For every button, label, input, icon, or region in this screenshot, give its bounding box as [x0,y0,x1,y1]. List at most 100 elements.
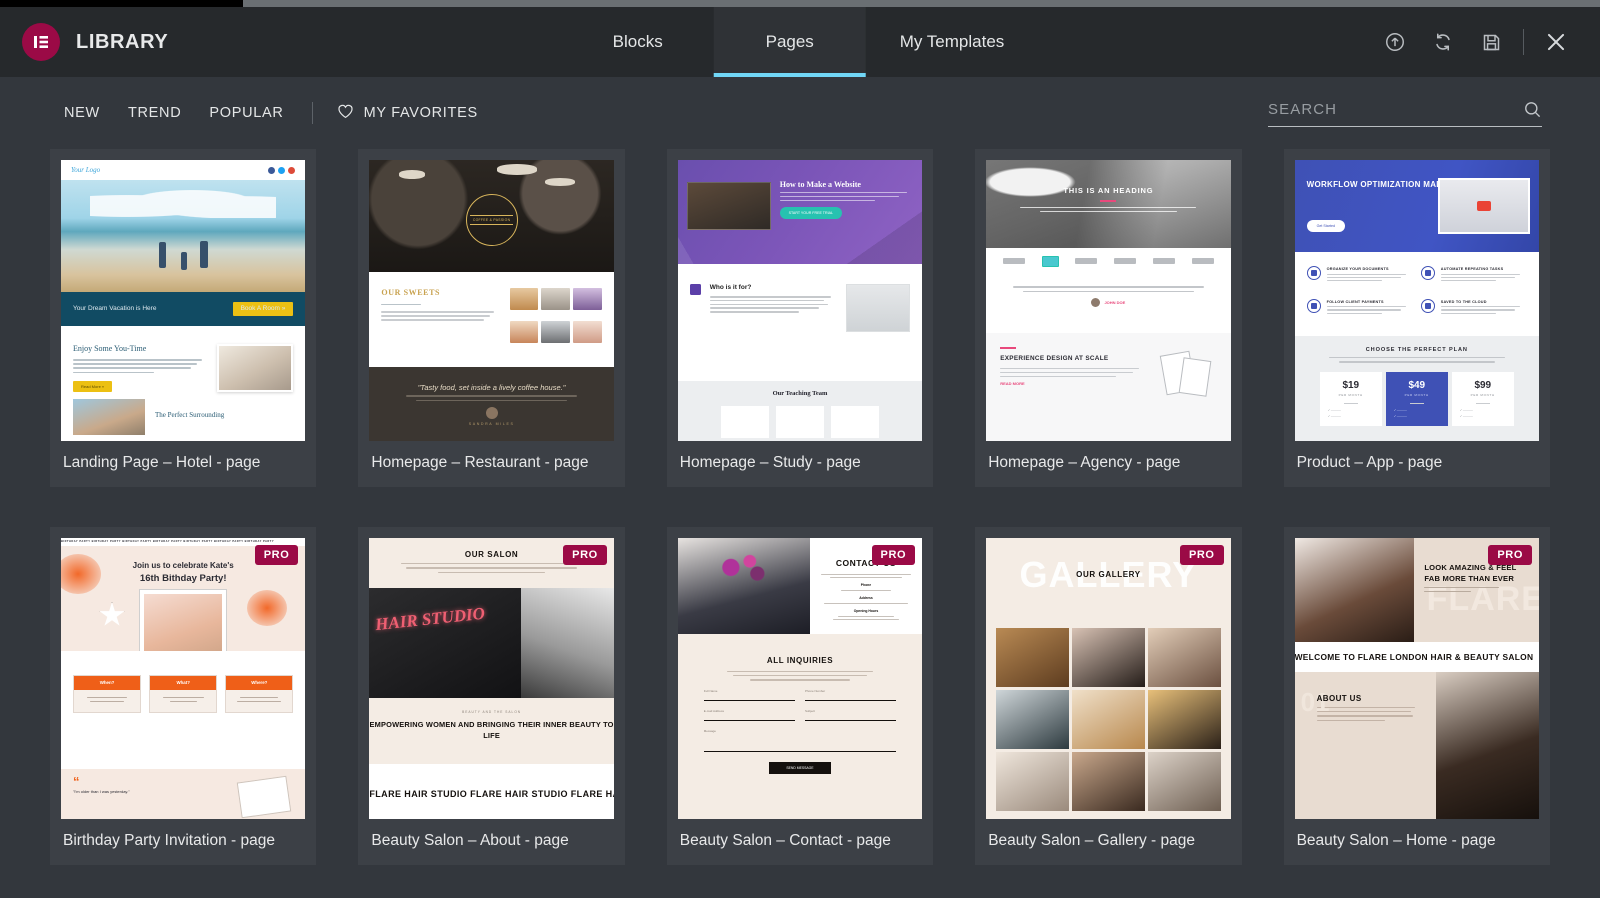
template-card-hotel[interactable]: Your Logo Your Dream Vacation is Here Bo… [50,149,317,487]
header-actions [1371,18,1600,66]
search-box [1268,100,1542,127]
salon-about-marquee: FLARE HAIR STUDIO FLARE HAIR STUDIO FLAR… [369,789,614,800]
app-hero-cta: Get Started [1306,220,1345,233]
about-section-heading: ABOUT US [1316,694,1362,703]
pro-badge: PRO [1488,545,1532,565]
pricing-card: $99 PER MONTH ✓ ───── ✓ ───── [1451,371,1514,427]
library-toolbar: NEW TREND POPULAR MY FAVORITES [0,77,1600,149]
template-card-restaurant[interactable]: COFFEE & PASSION OUR SWEETS "Tasty food,… [358,149,625,487]
template-thumbnail: WORKFLOW OPTIMIZATION MADE EASY Get Star… [1294,160,1539,441]
contact-label: Address [859,596,873,601]
plan-period: PER MONTH [1338,393,1363,398]
study-team-heading: Our Teaching Team [772,390,828,397]
study-team-cards [678,406,922,439]
form-field-label: Subject [805,709,897,721]
plan-price: $99 [1474,379,1492,391]
salon-home-about-photo [1436,672,1539,819]
salon-home-heading: LOOK AMAZING & FEEL FAB MORE THAN EVER [1424,563,1517,583]
info-card-title: When? [74,676,141,690]
sync-library-icon[interactable] [1419,18,1467,66]
template-thumbnail: PRO CONTACT US Phone Address Opening Hou… [677,538,923,819]
gallery-heading: OUR GALLERY [1076,570,1141,579]
hotel-room-image [217,344,294,392]
thumb-salon-contact: CONTACT US Phone Address Opening Hours A… [677,538,923,819]
gallery-photo-grid [986,620,1231,819]
hotel-bottom-caption: The Perfect Surrounding [155,411,225,419]
filter-my-favorites[interactable]: MY FAVORITES [327,97,488,129]
form-field-label: E-mail Address [703,709,795,721]
restaurant-hero-image: COFFEE & PASSION [369,160,614,272]
birthday-note-illustration [237,775,292,819]
hotel-section-heading: Enjoy Some You-Time [73,344,147,353]
pro-badge: PRO [254,545,299,565]
pricing-card: $49 PER MONTH ✓ ───── ✓ ───── [1385,371,1448,427]
template-title: Landing Page – Hotel - page [63,454,261,471]
agency-hero-heading: THIS IS AN HEADING [1063,186,1154,195]
header-divider [1523,29,1524,55]
salon-home-marquee: WELCOME TO FLARE LONDON HAIR & BEAUTY SA… [1294,651,1534,662]
tab-my-templates[interactable]: My Templates [866,7,1039,77]
filter-popular[interactable]: POPULAR [195,99,297,127]
template-title: Product – App - page [1296,454,1443,471]
app-feature-label: ORGANIZE YOUR DOCUMENTS [1326,267,1389,271]
template-card-salon-gallery[interactable]: PRO GALLERY OUR GALLERY Beauty Salon – G… [975,527,1242,865]
search-icon[interactable] [1523,100,1542,119]
templates-scroll-area[interactable]: Your Logo Your Dream Vacation is Here Bo… [0,149,1600,898]
pro-badge: PRO [563,545,607,565]
thumb-agency: THIS IS AN HEADING JOHN DOE EXPERIENCE D… [986,160,1231,441]
salon-home-photo [1294,538,1415,642]
library-tabs: Blocks Pages My Templates [562,7,1039,77]
restaurant-avatar [485,407,498,420]
restaurant-author: SANDRA MILES [468,422,515,427]
plan-price: $19 [1342,379,1360,391]
thumb-hotel: Your Logo Your Dream Vacation is Here Bo… [61,160,306,441]
template-card-salon-contact[interactable]: PRO CONTACT US Phone Address Opening Hou… [666,527,934,865]
hotel-band-text: Your Dream Vacation is Here [73,304,157,312]
plan-price: $49 [1408,379,1426,391]
pricing-card: $19 PER MONTH ✓ ───── ✓ ───── [1319,371,1382,427]
salon-about-images [369,588,614,698]
form-field-label: Full Name [703,689,795,701]
template-title: Beauty Salon – About - page [371,832,569,849]
birthday-hero-line2: 16th Bithday Party! [139,572,227,584]
salon-contact-photo [677,538,810,634]
restaurant-photo-grid [509,288,602,351]
template-card-agency[interactable]: THIS IS AN HEADING JOHN DOE EXPERIENCE D… [975,149,1242,487]
hotel-bottom-image [73,399,145,435]
study-section-icon [689,284,701,295]
filter-trend[interactable]: TREND [114,99,195,127]
template-card-study[interactable]: How to Make a Website START YOUR FREE TR… [666,149,934,487]
study-hero-image [686,182,771,230]
hotel-logo: Your Logo [71,165,101,174]
contact-label: Phone [860,583,872,588]
template-card-salon-home[interactable]: PRO FLARE LOOK AMAZING & FEEL FAB MORE T… [1283,527,1550,865]
import-template-icon[interactable] [1371,18,1419,66]
thumb-birthday: BIRTHDAY PARTY BIRTHDAY PARTY BIRTHDAY P… [61,538,306,819]
template-title: Beauty Salon – Gallery - page [988,832,1195,849]
tab-pages[interactable]: Pages [713,7,866,77]
pro-badge: PRO [871,545,916,565]
birthday-info-cards: When? What? Where? [61,651,306,737]
study-hero-heading: How to Make a Website [779,180,861,189]
search-input[interactable] [1268,100,1523,118]
template-card-app[interactable]: WORKFLOW OPTIMIZATION MADE EASY Get Star… [1283,149,1550,487]
filter-new[interactable]: NEW [50,99,114,127]
restaurant-badge-text: COFFEE & PASSION [469,215,514,225]
tab-blocks[interactable]: Blocks [562,7,714,77]
salon-about-mid-heading: EMPOWERING WOMEN AND BRINGING THEIR INNE… [369,720,614,740]
study-hero: How to Make a Website START YOUR FREE TR… [677,160,923,264]
app-pricing-heading: CHOOSE THE PERFECT PLAN [1365,347,1468,353]
template-title: Beauty Salon – Contact - page [679,832,891,849]
form-field-label: Phone Number [805,689,897,701]
save-template-icon[interactable] [1467,18,1515,66]
template-thumbnail: COFFEE & PASSION OUR SWEETS "Tasty food,… [369,160,614,441]
library-header: LIBRARY Blocks Pages My Templates [0,7,1600,77]
template-card-birthday[interactable]: PRO BIRTHDAY PARTY BIRTHDAY PARTY BIRTHD… [50,527,317,865]
hotel-hero-image [61,180,306,292]
close-icon[interactable] [1532,18,1580,66]
thumb-salon-about: OUR SALON BEAUTY AND THE SALON EMPOWERIN… [369,538,614,819]
plan-period: PER MONTH [1470,393,1495,398]
hotel-band-button: Book A Room » [232,301,294,317]
template-card-salon-about[interactable]: PRO OUR SALON BEAUTY AND THE SALON EMPOW… [358,527,625,865]
template-thumbnail: PRO FLARE LOOK AMAZING & FEEL FAB MORE T… [1294,538,1539,819]
